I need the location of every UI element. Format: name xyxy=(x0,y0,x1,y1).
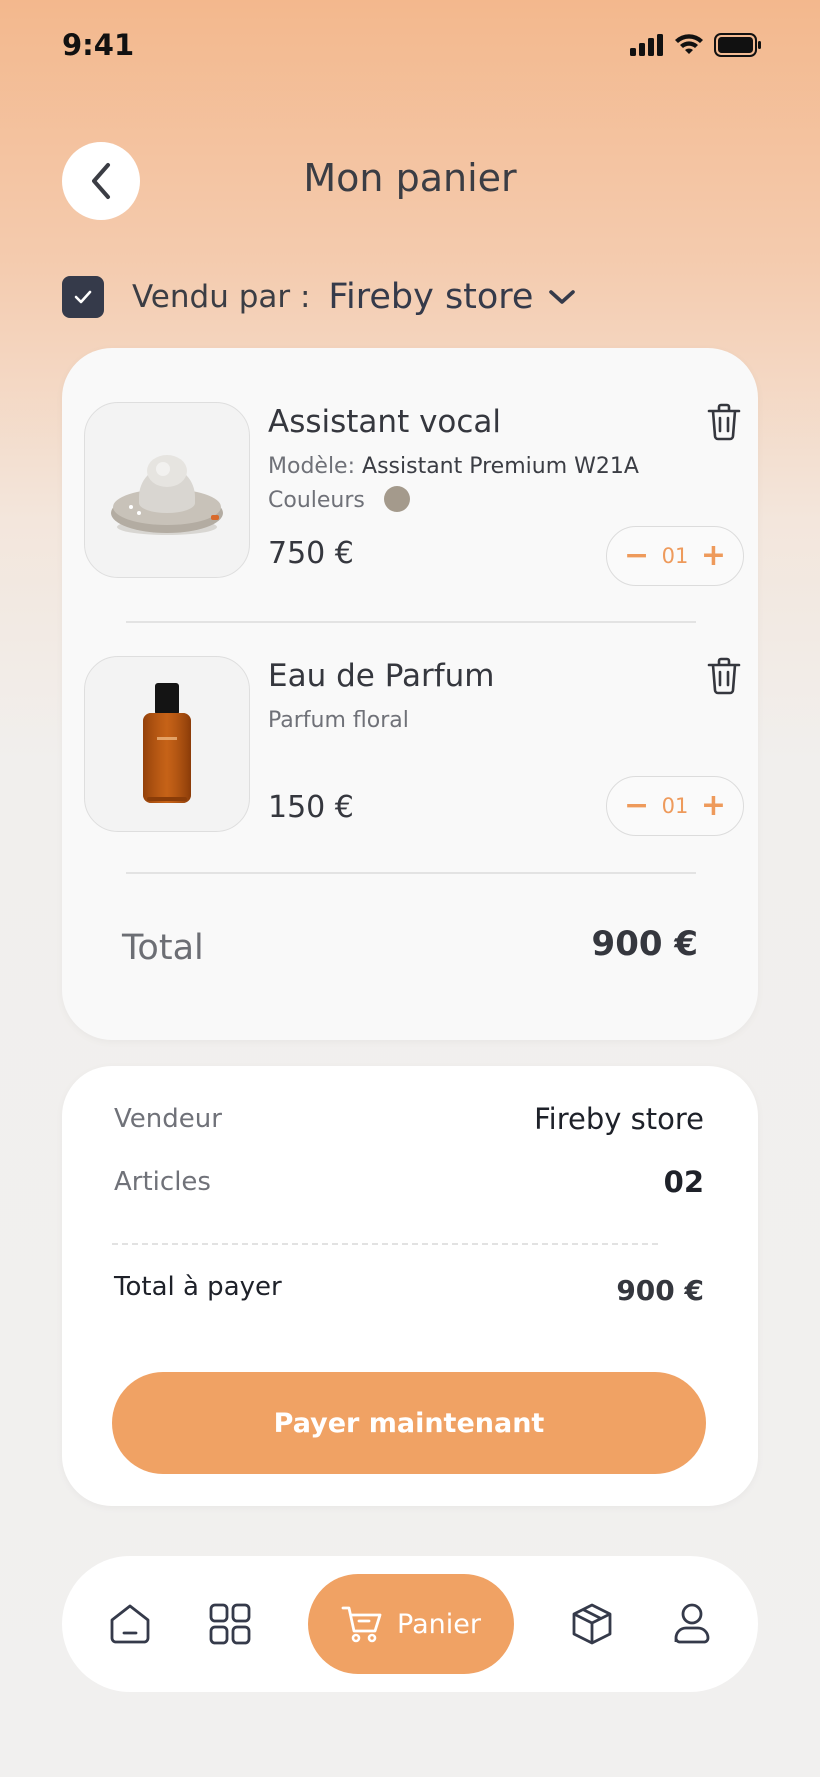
cart-item: Assistant vocal Modèle: Assistant Premiu… xyxy=(84,402,744,586)
quantity-value: 01 xyxy=(661,794,689,818)
pay-total-value: 900 € xyxy=(616,1274,704,1307)
color-swatch[interactable] xyxy=(383,486,410,512)
cart-total-value: 900 € xyxy=(591,924,698,964)
item-model-value: Assistant Premium W21A xyxy=(362,454,639,479)
articles-label: Articles xyxy=(114,1167,211,1197)
box-icon xyxy=(572,1603,612,1645)
item-price: 750 € xyxy=(268,536,354,571)
tab-home[interactable] xyxy=(94,1588,166,1660)
status-icons xyxy=(630,33,762,57)
quantity-stepper: − 01 + xyxy=(606,526,744,586)
tab-categories[interactable] xyxy=(194,1588,266,1660)
order-summary-card: Vendeur Fireby store Articles 02 Total à… xyxy=(62,1066,758,1506)
smart-speaker-image xyxy=(84,402,250,578)
battery-icon xyxy=(714,33,761,57)
tab-orders[interactable] xyxy=(556,1588,628,1660)
tab-cart-label: Panier xyxy=(397,1608,481,1640)
quantity-value: 01 xyxy=(661,544,689,568)
pay-now-button[interactable]: Payer maintenant xyxy=(112,1372,706,1474)
bottom-tab-bar: Panier xyxy=(62,1556,758,1692)
item-name: Assistant vocal xyxy=(268,404,502,440)
cart-total-label: Total xyxy=(122,928,204,968)
vendor-label: Vendu par : xyxy=(132,279,311,315)
trash-icon[interactable] xyxy=(706,402,742,442)
seller-label: Vendeur xyxy=(114,1104,222,1134)
chevron-down-icon[interactable] xyxy=(547,288,577,306)
status-bar: 9:41 xyxy=(0,0,820,90)
decrement-button[interactable]: − xyxy=(623,791,651,821)
increment-button[interactable]: + xyxy=(699,791,727,821)
item-name: Eau de Parfum xyxy=(268,658,495,694)
item-subtitle: Parfum floral xyxy=(268,708,409,733)
item-price: 150 € xyxy=(268,790,354,825)
articles-value: 02 xyxy=(663,1165,704,1199)
cart-item: Eau de Parfum Parfum floral 150 € − 01 + xyxy=(84,656,744,836)
tab-cart[interactable]: Panier xyxy=(308,1574,514,1674)
page-title: Mon panier xyxy=(303,156,517,200)
decrement-button[interactable]: − xyxy=(623,541,651,571)
vendor-checkbox[interactable] xyxy=(62,276,104,318)
vendor-row: Vendu par : Fireby store xyxy=(62,276,577,318)
item-model: Modèle: Assistant Premium W21A xyxy=(268,454,639,479)
pay-total-label: Total à payer xyxy=(114,1272,282,1302)
trash-icon[interactable] xyxy=(706,656,742,696)
cart-card: Assistant vocal Modèle: Assistant Premiu… xyxy=(62,348,758,1040)
seller-value: Fireby store xyxy=(534,1102,704,1136)
vendor-name[interactable]: Fireby store xyxy=(328,277,533,317)
item-divider xyxy=(126,872,696,874)
grid-icon xyxy=(209,1603,251,1645)
cart-icon xyxy=(341,1606,382,1643)
item-model-label: Modèle: xyxy=(268,454,356,479)
check-icon xyxy=(74,290,92,304)
increment-button[interactable]: + xyxy=(699,541,727,571)
summary-divider xyxy=(112,1243,658,1245)
perfume-bottle-image xyxy=(84,656,250,832)
item-divider xyxy=(126,621,696,623)
tab-profile[interactable] xyxy=(656,1588,728,1660)
status-time: 9:41 xyxy=(62,28,135,62)
item-colors: Couleurs xyxy=(268,486,410,514)
wifi-icon xyxy=(675,34,703,54)
home-icon xyxy=(110,1604,150,1644)
quantity-stepper: − 01 + xyxy=(606,776,744,836)
signal-icon xyxy=(630,34,663,56)
user-icon xyxy=(674,1603,710,1644)
item-colors-label: Couleurs xyxy=(268,488,365,513)
